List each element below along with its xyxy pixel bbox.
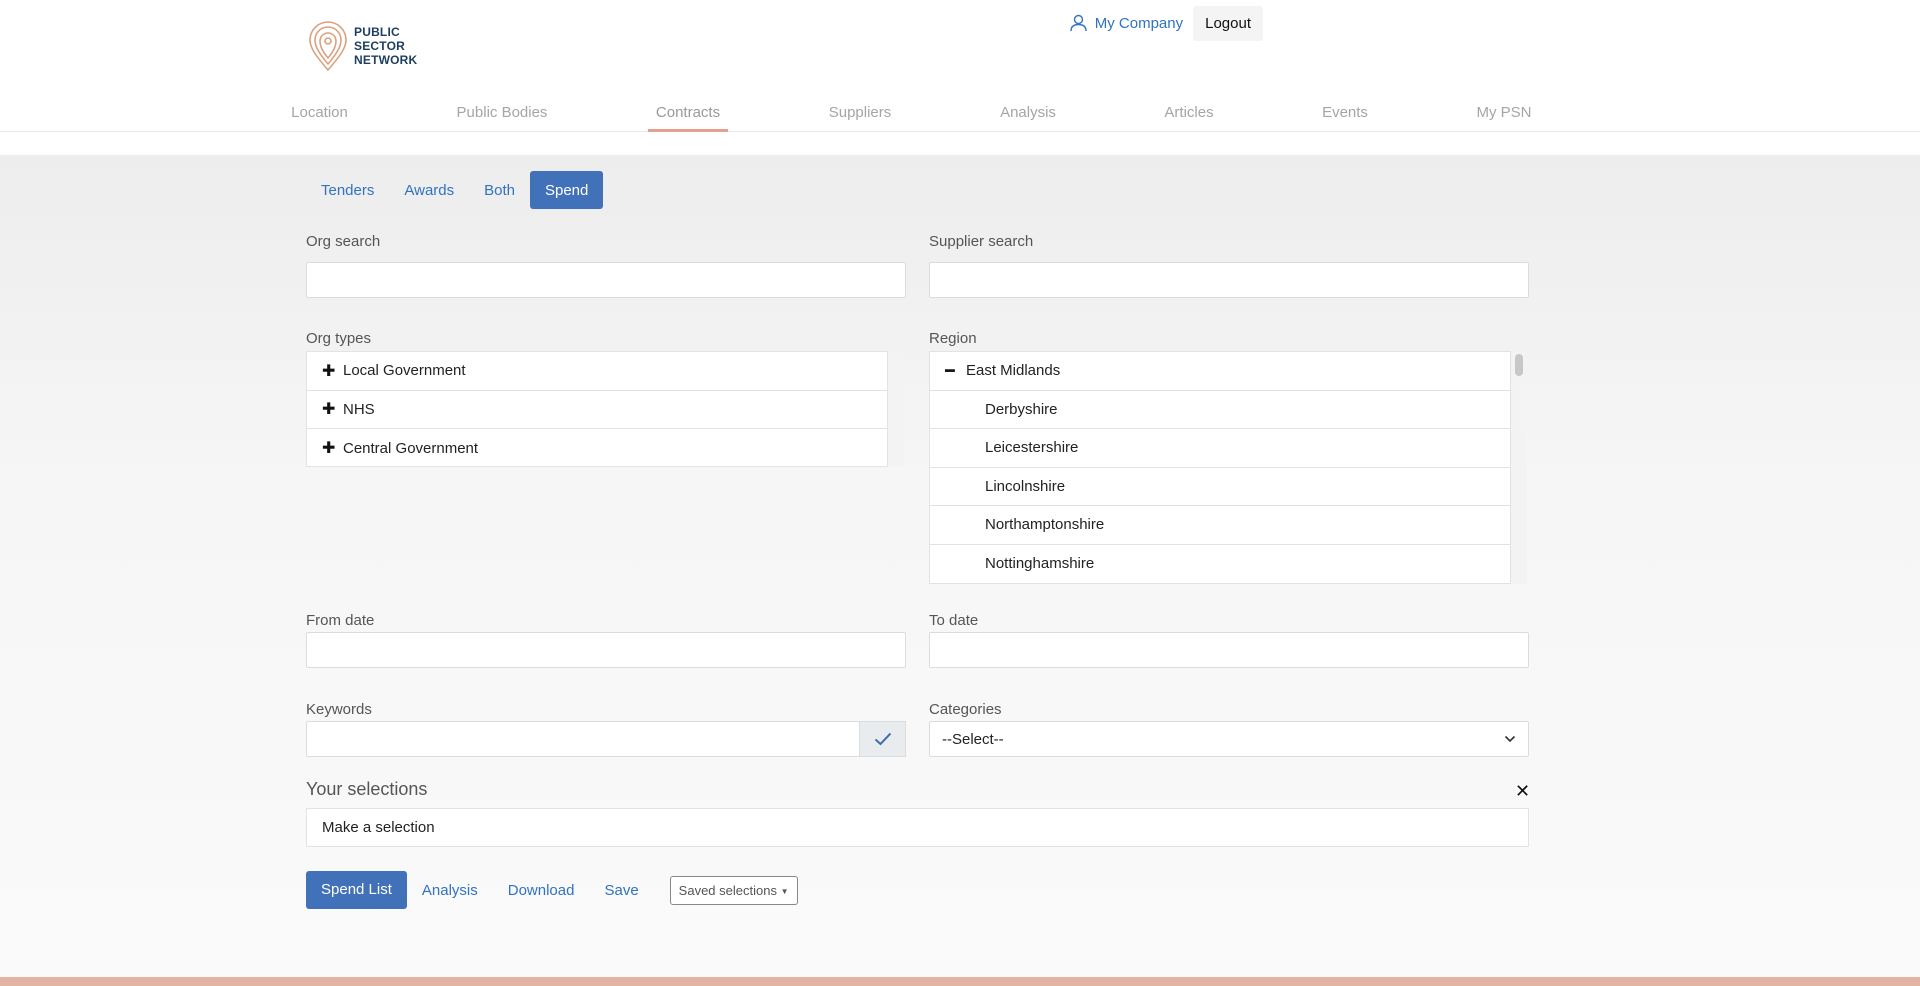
org-types-label: Org types	[306, 330, 372, 347]
from-date-input[interactable]	[306, 632, 906, 668]
from-date-label: From date	[306, 612, 375, 629]
saved-selections-dropdown[interactable]: Saved selections ▼	[669, 875, 798, 905]
supplier-search-input[interactable]	[929, 262, 1529, 298]
region-scrollbar[interactable]	[1511, 351, 1527, 584]
analysis-link[interactable]: Analysis	[407, 882, 493, 899]
logo-line-2: SECTOR	[354, 39, 405, 53]
logo-line-1: PUBLIC	[354, 25, 400, 39]
org-type-local-government[interactable]: ✚ Local Government	[307, 352, 887, 391]
nav-public-bodies[interactable]: Public Bodies	[455, 104, 549, 121]
my-company-label: My Company	[1094, 14, 1184, 32]
save-link[interactable]: Save	[589, 882, 653, 899]
region-item[interactable]: Northamptonshire	[930, 506, 1510, 545]
tab-tenders[interactable]: Tenders	[306, 171, 389, 209]
chevron-down-icon	[1504, 735, 1516, 743]
org-types-scrollbar[interactable]	[888, 351, 904, 467]
main-nav: Location Public Bodies Contracts Supplie…	[0, 95, 1920, 132]
action-bar: Spend List Analysis Download Save Saved …	[306, 871, 798, 909]
plus-icon[interactable]: ✚	[322, 361, 343, 381]
tab-spend[interactable]: Spend	[529, 171, 604, 209]
to-date-input[interactable]	[929, 632, 1529, 668]
org-search-label: Org search	[306, 233, 381, 250]
nav-articles[interactable]: Articles	[1163, 104, 1215, 121]
your-selections-title: Your selections	[306, 779, 428, 799]
to-date-label: To date	[929, 612, 979, 629]
user-icon	[1070, 14, 1087, 32]
keywords-apply-button[interactable]	[860, 721, 906, 757]
nav-analysis[interactable]: Analysis	[999, 104, 1057, 121]
logout-button[interactable]: Logout	[1193, 5, 1263, 41]
region-item[interactable]: Nottinghamshire	[930, 545, 1510, 584]
nav-location[interactable]: Location	[290, 104, 349, 121]
region-scroll-thumb[interactable]	[1515, 354, 1523, 376]
user-area: My Company Logout	[1070, 5, 1263, 41]
minus-icon[interactable]: ━	[945, 361, 966, 381]
nav-contracts[interactable]: Contracts	[648, 104, 728, 121]
org-type-label: Central Government	[343, 439, 479, 457]
org-type-central-government[interactable]: ✚ Central Government	[307, 429, 887, 466]
logo-text: PUBLIC SECTOR NETWORK	[354, 25, 417, 67]
nav-events[interactable]: Events	[1320, 104, 1370, 121]
download-link[interactable]: Download	[493, 882, 590, 899]
selections-box: Make a selection	[306, 808, 1529, 847]
plus-icon[interactable]: ✚	[322, 399, 343, 419]
footer-accent-bar	[0, 977, 1920, 986]
region-group-label: East Midlands	[966, 362, 1061, 380]
categories-selected-value: --Select--	[942, 730, 1004, 748]
org-search-input[interactable]	[306, 262, 906, 298]
org-types-list: ✚ Local Government ✚ NHS ✚ Central Gover…	[306, 351, 888, 467]
logo-mark-icon	[309, 21, 347, 72]
region-item[interactable]: Leicestershire	[930, 429, 1510, 468]
region-east-midlands[interactable]: ━ East Midlands	[930, 352, 1510, 391]
header: PUBLIC SECTOR NETWORK My Company Logout	[0, 0, 1920, 95]
categories-select[interactable]: --Select--	[929, 721, 1529, 757]
search-panel: Tenders Awards Both Spend Org search Sup…	[0, 155, 1920, 977]
logo-line-3: NETWORK	[354, 53, 418, 67]
caret-down-icon: ▼	[780, 886, 789, 896]
nav-suppliers[interactable]: Suppliers	[827, 104, 893, 121]
keywords-label: Keywords	[306, 701, 372, 718]
region-list: ━ East Midlands Derbyshire Leicestershir…	[929, 351, 1511, 584]
spend-list-button[interactable]: Spend List	[306, 871, 407, 909]
search-type-tabs: Tenders Awards Both Spend	[306, 171, 604, 209]
clear-selections-icon[interactable]: ✕	[1515, 781, 1530, 802]
saved-selections-label: Saved selections	[678, 882, 777, 898]
org-type-label: NHS	[343, 400, 375, 418]
check-icon	[874, 732, 891, 746]
region-item[interactable]: Lincolnshire	[930, 468, 1510, 506]
org-type-label: Local Government	[343, 362, 466, 380]
nav-active-indicator	[648, 129, 728, 132]
region-label: Region	[929, 330, 977, 347]
nav-my-psn[interactable]: My PSN	[1474, 104, 1534, 121]
plus-icon[interactable]: ✚	[322, 438, 343, 458]
supplier-search-label: Supplier search	[929, 233, 1034, 250]
categories-label: Categories	[929, 701, 1002, 718]
org-type-nhs[interactable]: ✚ NHS	[307, 391, 887, 429]
region-item[interactable]: Derbyshire	[930, 391, 1510, 429]
tab-both[interactable]: Both	[469, 171, 530, 209]
my-company-link[interactable]: My Company	[1070, 14, 1183, 32]
keywords-input[interactable]	[306, 721, 860, 757]
tab-awards[interactable]: Awards	[389, 171, 469, 209]
psn-logo[interactable]: PUBLIC SECTOR NETWORK	[306, 18, 431, 74]
